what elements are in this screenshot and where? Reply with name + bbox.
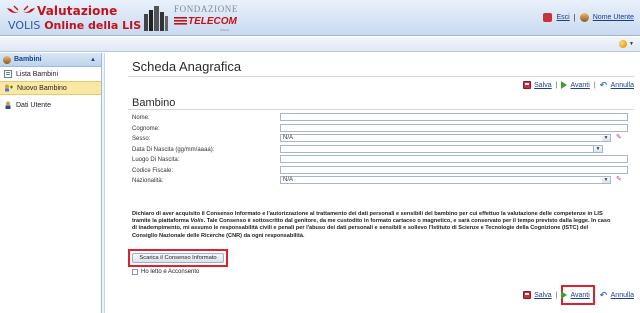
nazionalita-clear-icon[interactable]: ✎ (616, 176, 625, 184)
next-icon (561, 291, 568, 299)
consent-checkbox-label: Ho letto e Acconsento (141, 269, 200, 275)
save-link[interactable]: Salva (534, 82, 552, 89)
form-row-codice-fiscale: Codice Fiscale: (132, 165, 634, 177)
cognome-label: Cognome: (132, 125, 160, 132)
sidebar: Bambini ▲ Lista Bambini Nuovo Bambino Da… (0, 53, 102, 313)
logo-online: Online della LIS (40, 19, 142, 32)
download-consent-button[interactable]: Scarica il Consenso Informato (132, 253, 224, 263)
form-row-nazionalita: Nazionalità: N/A ▼ ✎ (132, 176, 634, 187)
top-actions: Salva | Avanti | ↶ Annulla (523, 80, 634, 90)
undo-icon: ↶ (599, 290, 608, 300)
undo-icon: ↶ (599, 80, 608, 90)
sidebar-header[interactable]: Bambini ▲ (0, 53, 101, 67)
children-icon (3, 55, 11, 64)
sidebar-item-lista-bambini[interactable]: Lista Bambini (0, 67, 101, 81)
cancel-link[interactable]: Annulla (611, 82, 634, 89)
nome-label: Nome: (132, 115, 150, 121)
title-divider (128, 76, 634, 77)
form-row-nome: Nome: (132, 113, 634, 124)
header-links: Esci | Nome Utente (543, 13, 634, 22)
consent-text: Dichiaro di aver acquisito il Consenso I… (132, 211, 612, 240)
telecom-sub-text: ITALIA (220, 28, 229, 32)
child-form: Nome: Cognome: Sesso: N/A ▼ ✎ Data Di Na… (132, 113, 634, 187)
nazionalita-dropdown-trigger[interactable]: ▼ (602, 176, 611, 184)
chevron-down-icon: ▼ (629, 41, 634, 47)
fondazione-telecom-logo: FONDAZIONE TELECOM ITALIA (174, 4, 244, 32)
building-logo-icon (144, 6, 168, 31)
action-separator: | (555, 81, 558, 89)
collapse-icon[interactable]: ▲ (90, 57, 96, 63)
sidebar-header-label: Bambini (14, 56, 42, 63)
nazionalita-select[interactable]: N/A (280, 176, 604, 184)
nome-input[interactable] (280, 113, 628, 121)
next-link[interactable]: Avanti (570, 82, 589, 89)
user-icon (579, 13, 589, 22)
section-title: Bambino (132, 97, 176, 109)
exit-link[interactable]: Esci (556, 14, 569, 21)
header-separator: | (573, 13, 576, 22)
toolbar-strip: ▼ (0, 37, 640, 52)
cognome-input[interactable] (280, 123, 628, 132)
sidebar-item-label: Lista Bambini (16, 70, 59, 78)
bottom-actions: Salva | Avanti | ↶ Annulla (523, 290, 634, 300)
app-header: Valutazione VOLIS Online della LIS FONDA… (0, 0, 640, 36)
sidebar-item-label: Nuovo Bambino (17, 84, 67, 92)
form-row-data-nascita: Data Di Nascita (gg/mm/aaaa): ▼ (132, 144, 634, 156)
settings-icon (619, 40, 628, 48)
sidebar-splitter[interactable] (102, 53, 105, 313)
action-separator: | (593, 81, 596, 89)
data-nascita-label: Data Di Nascita (gg/mm/aaaa): (132, 146, 215, 153)
user-icon (5, 101, 11, 109)
logo-volis: VOLIS (8, 19, 41, 32)
hands-logo-icon (7, 5, 35, 13)
section-divider (128, 109, 634, 110)
save-icon (523, 81, 532, 89)
download-consent-highlight: Scarica il Consenso Informato (128, 249, 228, 267)
add-child-icon (5, 84, 13, 92)
volis-logo: Valutazione VOLIS Online della LIS (6, 3, 141, 33)
logo-subtitle: VOLIS Online della LIS (8, 19, 141, 32)
sesso-clear-icon[interactable]: ✎ (616, 134, 625, 142)
consent-volis: Volis (190, 218, 204, 225)
consent-checkbox-row[interactable]: Ho letto e Acconsento (132, 269, 199, 275)
luogo-nascita-label: Luogo Di Nascita: (132, 157, 180, 163)
exit-icon (543, 13, 553, 22)
consent-checkbox[interactable] (132, 269, 138, 275)
main-panel: Scheda Anagrafica Salva | Avanti | ↶ Ann… (106, 53, 640, 313)
next-link[interactable]: Avanti (570, 292, 589, 299)
fondazione-text: FONDAZIONE (174, 4, 238, 14)
consent-part-2: . Tale Consenso è sottoscritto dal genit… (132, 218, 611, 239)
settings-menu[interactable]: ▼ (619, 40, 634, 48)
action-separator: | (555, 291, 558, 299)
sesso-label: Sesso: (132, 136, 151, 142)
save-link[interactable]: Salva (534, 292, 552, 299)
page-title: Scheda Anagrafica (132, 59, 242, 74)
cancel-link[interactable]: Annulla (611, 292, 634, 299)
calendar-trigger[interactable]: ▼ (594, 144, 603, 153)
data-nascita-input[interactable] (280, 144, 594, 153)
user-link[interactable]: Nome Utente (593, 14, 634, 21)
action-separator: | (593, 291, 596, 299)
logo-title: Valutazione (37, 4, 118, 18)
sesso-select[interactable]: N/A (280, 134, 604, 142)
sesso-dropdown-trigger[interactable]: ▼ (602, 134, 611, 142)
codice-fiscale-label: Codice Fiscale: (132, 167, 174, 174)
form-row-cognome: Cognome: (132, 123, 634, 135)
codice-fiscale-input[interactable] (280, 165, 628, 174)
form-row-luogo-nascita: Luogo Di Nascita: (132, 155, 634, 166)
luogo-nascita-input[interactable] (280, 155, 628, 163)
form-row-sesso: Sesso: N/A ▼ ✎ (132, 134, 634, 145)
next-icon (561, 81, 568, 89)
sidebar-item-dati-utente[interactable]: Dati Utente (0, 98, 101, 112)
telecom-lines-icon (174, 17, 187, 25)
nazionalita-label: Nazionalità: (132, 178, 164, 184)
sidebar-item-label: Dati Utente (16, 101, 52, 109)
telecom-text: TELECOM (188, 16, 237, 27)
sidebar-item-nuovo-bambino[interactable]: Nuovo Bambino (0, 81, 101, 95)
save-icon (523, 291, 532, 299)
list-icon (4, 70, 12, 78)
